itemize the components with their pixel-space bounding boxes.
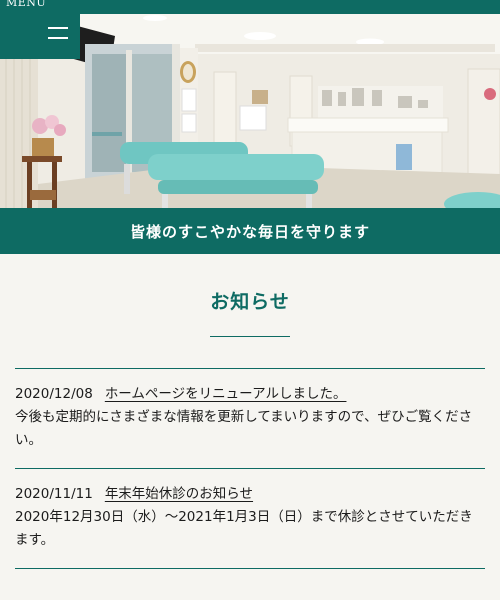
page: MENU 皆様のすこやかな毎日を守ります お知らせ 2020/12/08 ホーム… bbox=[0, 0, 500, 600]
news-title: お知らせ bbox=[210, 291, 290, 313]
hamburger-icon bbox=[48, 26, 68, 40]
news-body: 今後も定期的にさまざまな情報を更新してまいりますので、ぜひご覧ください。 bbox=[15, 409, 473, 448]
news-link[interactable]: 年末年始休診のお知らせ bbox=[105, 486, 253, 502]
news-date: 2020/11/11 bbox=[15, 486, 93, 502]
divider bbox=[15, 468, 485, 469]
menu-label: MENU bbox=[6, 0, 47, 9]
news-date: 2020/12/08 bbox=[15, 386, 93, 402]
divider bbox=[15, 568, 485, 569]
tagline-band: 皆様のすこやかな毎日を守ります bbox=[0, 208, 500, 254]
menu-button[interactable]: MENU bbox=[0, 0, 80, 59]
news-item: 2020/12/08 ホームページをリニューアルしました。 今後も定期的にさまざま… bbox=[15, 383, 485, 452]
divider bbox=[15, 368, 485, 369]
news-title-underline bbox=[210, 336, 290, 337]
news-item: 2020/11/11 年末年始休診のお知らせ 2020年12月30日（水）～202… bbox=[15, 483, 485, 552]
news-body: 2020年12月30日（水）～2021年1月3日（日）まで休診とさせていただきま… bbox=[15, 509, 473, 548]
news-link[interactable]: ホームページをリニューアルしました。 bbox=[105, 386, 347, 402]
tagline: 皆様のすこやかな毎日を守ります bbox=[129, 222, 370, 241]
